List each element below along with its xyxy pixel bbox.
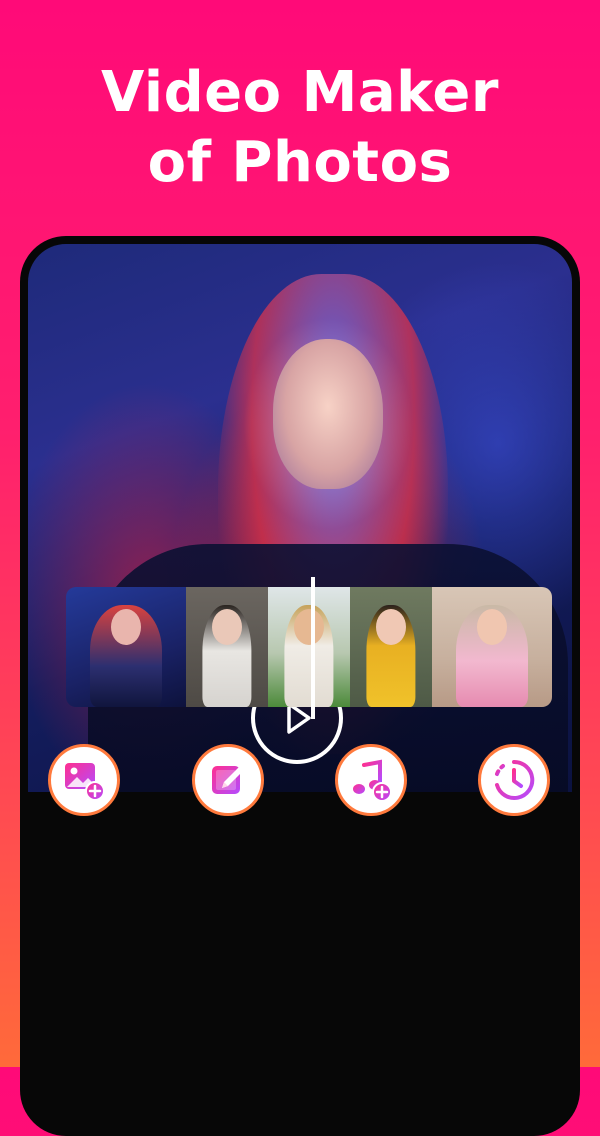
timeline-strip[interactable] <box>66 587 552 707</box>
add-music-button[interactable] <box>335 744 407 816</box>
headline: Video Maker of Photos <box>0 58 600 198</box>
add-photo-button[interactable] <box>48 744 120 816</box>
thumb-flowers-bike[interactable] <box>432 587 552 707</box>
add-music-icon <box>353 759 392 802</box>
duration-button[interactable] <box>478 744 550 816</box>
thumb-yellow-sweater[interactable] <box>350 587 432 707</box>
timeline-playhead[interactable] <box>311 577 315 719</box>
headline-line-1: Video Maker <box>101 60 499 125</box>
duration-icon <box>495 759 535 800</box>
preview-face <box>273 339 383 489</box>
edit-button[interactable] <box>192 744 264 816</box>
headline-line-2: of Photos <box>147 130 453 195</box>
thumb-neon-portrait[interactable] <box>66 587 186 707</box>
thumb-hat-field[interactable] <box>268 587 350 707</box>
thumb-tree-portrait[interactable] <box>186 587 268 707</box>
video-preview[interactable] <box>28 244 572 792</box>
edit-icon <box>212 766 243 794</box>
add-photo-icon <box>65 763 105 801</box>
